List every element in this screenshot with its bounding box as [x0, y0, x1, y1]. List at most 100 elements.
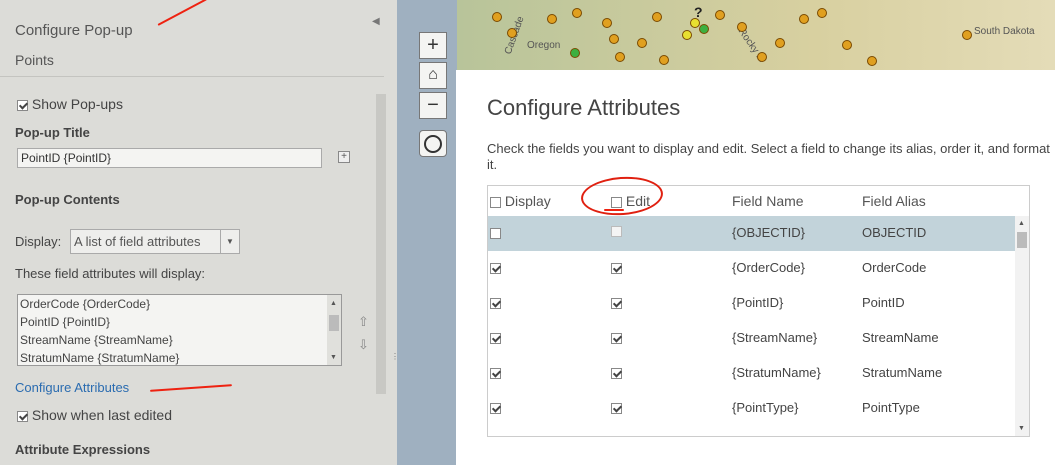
move-up-icon[interactable]: ⇧ [358, 314, 369, 330]
add-field-icon[interactable]: + [338, 151, 350, 163]
edit-checkbox[interactable] [611, 403, 622, 415]
display-select[interactable]: A list of field attributes ▼ [70, 229, 240, 254]
display-checkbox[interactable] [490, 368, 501, 380]
edit-checkbox[interactable] [611, 333, 622, 345]
display-checkbox[interactable] [490, 333, 501, 345]
table-scrollbar[interactable]: ▲ ▼ [1015, 216, 1029, 436]
map-label: South Dakota [974, 26, 1035, 37]
display-select-value: A list of field attributes [74, 234, 201, 249]
display-column-header[interactable]: Display [490, 193, 551, 209]
field-name-cell: {PointType} [732, 400, 799, 415]
list-item[interactable]: OrderCode {OrderCode} [18, 295, 341, 313]
scroll-up-icon[interactable]: ▲ [330, 300, 337, 307]
list-scroll-thumb[interactable] [329, 315, 339, 331]
attribute-expressions-heading: Attribute Expressions [15, 442, 151, 457]
map-point[interactable] [492, 12, 502, 22]
display-label: Display: [15, 234, 62, 249]
map-point[interactable] [962, 30, 972, 40]
edit-checkbox[interactable] [611, 368, 622, 380]
map-point[interactable] [570, 48, 580, 58]
map-point[interactable] [637, 38, 647, 48]
map-point[interactable] [507, 28, 517, 38]
field-alias-cell[interactable]: PointType [862, 400, 920, 415]
display-checkbox[interactable] [490, 228, 501, 240]
field-name-cell: {StratumName} [732, 365, 821, 380]
map-point[interactable] [817, 8, 827, 18]
field-alias-column-header: Field Alias [862, 193, 926, 209]
map-point[interactable] [615, 52, 625, 62]
collapse-panel-icon[interactable]: ◀ [372, 16, 380, 27]
map-point[interactable] [737, 22, 747, 32]
list-item[interactable]: PointID {PointID} [18, 313, 341, 331]
panel-title: Configure Pop-up [15, 22, 133, 39]
move-down-icon[interactable]: ⇩ [358, 337, 369, 353]
edit-checkbox[interactable] [611, 298, 622, 310]
configure-popup-panel: Configure Pop-up Points ◀ Show Pop-ups P… [0, 0, 399, 465]
list-item[interactable]: StratumName {StratumName} [18, 349, 341, 365]
map-point[interactable] [867, 56, 877, 66]
show-popups-checkbox[interactable] [17, 99, 28, 111]
map-point[interactable] [659, 55, 669, 65]
map-point[interactable] [757, 52, 767, 62]
map-point[interactable] [799, 14, 809, 24]
map-point[interactable] [572, 8, 582, 18]
table-row[interactable]: {StratumName} StratumName [488, 356, 1015, 391]
map-point[interactable] [652, 12, 662, 22]
table-row[interactable]: {PointType} PointType [488, 391, 1015, 426]
popup-title-input[interactable]: PointID {PointID} [17, 148, 322, 168]
display-all-checkbox[interactable] [490, 196, 501, 208]
map-point[interactable] [602, 18, 612, 28]
edit-checkbox[interactable] [611, 263, 622, 275]
table-row[interactable]: {OrderCode} OrderCode [488, 251, 1015, 286]
field-list-caption: These field attributes will display: [15, 266, 206, 281]
show-popups-option[interactable]: Show Pop-ups [17, 96, 123, 112]
popup-title-heading: Pop-up Title [15, 125, 90, 140]
scroll-down-icon[interactable]: ▼ [330, 354, 337, 361]
list-scrollbar[interactable]: ▲ ▼ [327, 295, 341, 365]
table-row[interactable]: {PointID} PointID [488, 286, 1015, 321]
attributes-table: Display Edit Field Name Field Alias {OBJ… [487, 185, 1030, 437]
map-point[interactable] [609, 34, 619, 44]
display-checkbox[interactable] [490, 403, 501, 415]
display-checkbox[interactable] [490, 298, 501, 310]
table-row[interactable]: {StreamName} StreamName [488, 321, 1015, 356]
layer-name: Points [15, 52, 54, 68]
table-header: Display Edit Field Name Field Alias [488, 186, 1015, 216]
configure-attributes-link[interactable]: Configure Attributes [15, 380, 129, 395]
table-scroll-thumb[interactable] [1017, 232, 1027, 248]
scroll-down-icon[interactable]: ▼ [1018, 425, 1025, 432]
map-point[interactable] [682, 30, 692, 40]
map-label: Oregon [527, 40, 561, 51]
map-point[interactable] [842, 40, 852, 50]
list-item[interactable]: StreamName {StreamName} [18, 331, 341, 349]
field-alias-cell[interactable]: StreamName [862, 330, 939, 345]
annotation-stroke [604, 209, 624, 211]
map-point[interactable] [775, 38, 785, 48]
field-alias-cell[interactable]: OrderCode [862, 260, 926, 275]
display-checkbox[interactable] [490, 263, 501, 275]
panel-scrollbar[interactable] [376, 94, 386, 394]
field-alias-cell[interactable]: StratumName [862, 365, 942, 380]
locate-icon [424, 135, 442, 153]
zoom-in-button[interactable]: + [419, 32, 447, 59]
scroll-up-icon[interactable]: ▲ [1018, 220, 1025, 227]
display-header-label: Display [504, 193, 551, 209]
map-point[interactable] [715, 10, 725, 20]
field-alias-cell[interactable]: PointID [862, 295, 905, 310]
map-point[interactable] [699, 24, 709, 34]
field-name-cell: {PointID} [732, 295, 784, 310]
zoom-out-button[interactable]: − [419, 92, 447, 119]
table-row[interactable]: {OBJECTID} OBJECTID [488, 216, 1015, 251]
field-name-cell: {OBJECTID} [732, 225, 805, 240]
show-last-edited-checkbox[interactable] [17, 410, 28, 422]
map-point[interactable] [547, 14, 557, 24]
chevron-down-icon[interactable]: ▼ [220, 230, 239, 253]
field-attributes-list[interactable]: OrderCode {OrderCode} PointID {PointID} … [17, 294, 342, 366]
show-popups-label: Show Pop-ups [31, 96, 123, 112]
show-last-edited-option[interactable]: Show when last edited [17, 407, 172, 423]
locate-button[interactable] [419, 130, 447, 157]
home-button[interactable]: ⌂ [419, 62, 447, 89]
popup-contents-heading: Pop-up Contents [15, 192, 120, 207]
configure-attributes-dialog: Configure Attributes Check the fields yo… [456, 70, 1055, 465]
field-alias-cell[interactable]: OBJECTID [862, 225, 926, 240]
